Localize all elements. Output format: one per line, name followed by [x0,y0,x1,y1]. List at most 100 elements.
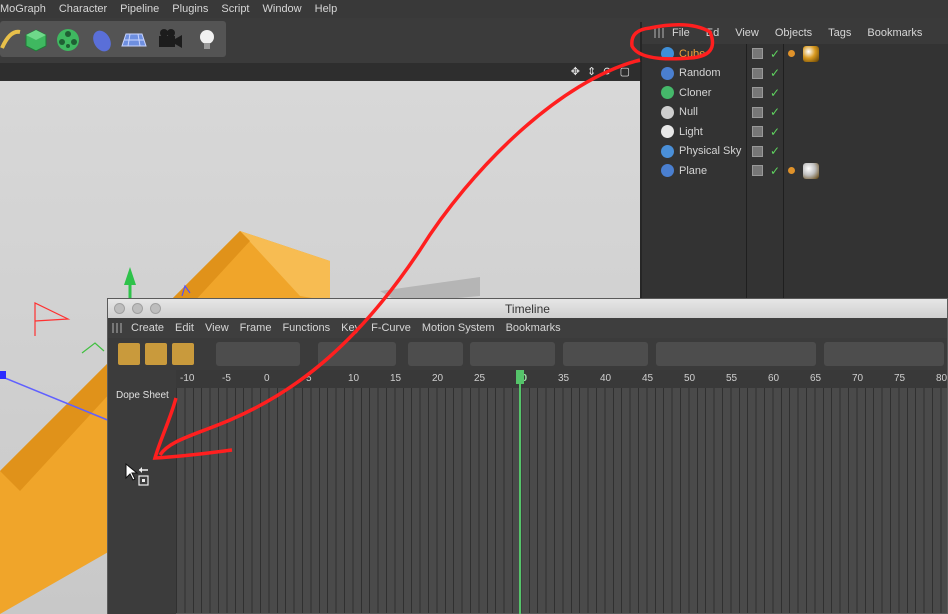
timeline-menu-item[interactable]: Create [131,322,164,334]
timeline-tracks-panel[interactable]: Dope Sheet [108,370,176,614]
curve-tools[interactable] [563,342,648,366]
enabled-check-icon[interactable]: ✓ [770,105,780,119]
viewport-nav-icons[interactable]: ✥ ⇕ ⟳ ▢ [571,65,632,78]
ruler-tick-label: 70 [852,373,864,384]
tangent-tools[interactable] [656,342,816,366]
timeline-menu-item[interactable]: Edit [175,322,194,334]
object-name[interactable]: Null [679,106,698,118]
object-name[interactable]: Random [679,67,721,79]
menu-item[interactable]: Script [221,3,249,15]
object-name[interactable]: Light [679,126,703,138]
object-menu-item[interactable]: File [672,27,690,39]
object-type-icon [661,125,674,139]
object-manager-menu: File Ed View Objects Tags Bookmarks [642,22,948,44]
layer-checkbox[interactable] [752,165,763,177]
object-row[interactable]: Physical Sky ✓ [642,142,948,162]
ruler-tick-label: -10 [180,373,195,384]
bend-icon[interactable] [0,26,24,54]
object-menu-item[interactable]: Tags [828,27,851,39]
object-type-icon [661,47,674,61]
object-name[interactable]: Plane [679,165,707,177]
drag-grip-icon[interactable] [112,323,122,333]
object-menu-item[interactable]: View [735,27,759,39]
object-menu-item[interactable]: Bookmarks [867,27,922,39]
object-row[interactable]: Null ✓ [642,103,948,123]
ruler-tick-label: 35 [558,373,570,384]
enabled-check-icon[interactable]: ✓ [770,125,780,139]
fcurve-mode-icon[interactable] [172,343,194,365]
object-name[interactable]: Physical Sky [679,145,741,157]
enabled-check-icon[interactable]: ✓ [770,164,780,178]
texture-tag-icon[interactable] [788,50,795,58]
navigation-tools[interactable] [216,342,300,366]
interpolation-tools[interactable] [470,342,555,366]
layer-checkbox[interactable] [752,67,763,79]
timeline-titlebar[interactable]: Timeline [108,299,947,318]
layer-checkbox[interactable] [752,145,763,157]
object-menu-item[interactable]: Ed [706,27,719,39]
layer-checkbox[interactable] [752,87,763,99]
ruler-tick-label: 65 [810,373,822,384]
enabled-check-icon[interactable]: ✓ [770,66,780,80]
timeline-menu-item[interactable]: Motion System [422,322,495,334]
drag-grip-icon[interactable] [654,28,664,38]
playhead-handle[interactable] [516,370,524,384]
cube-object-icon[interactable] [22,26,50,54]
camera-icon[interactable] [156,26,184,54]
deformer-icon[interactable] [88,26,116,54]
timeline-menu-item[interactable]: F-Curve [371,322,411,334]
timeline-menu-item[interactable]: View [205,322,229,334]
column-divider [746,44,747,298]
object-list: Cube ✓ Random ✓ Cloner ✓ Null ✓ Light ✓ Physical S… [642,44,948,181]
menu-item[interactable]: MoGraph [0,3,46,15]
key-tools[interactable] [318,342,396,366]
timeline-menu-item[interactable]: Key [341,322,360,334]
object-name[interactable]: Cloner [679,87,711,99]
object-menu-item[interactable]: Objects [775,27,812,39]
menu-item[interactable]: Character [59,3,107,15]
playhead[interactable] [519,370,521,614]
object-type-icon [661,164,674,178]
menu-item[interactable]: Window [263,3,302,15]
key-mode-icon[interactable] [118,343,140,365]
motion-mode-icon[interactable] [145,343,167,365]
ruler-tick-label: 50 [684,373,696,384]
texture-tag-icon[interactable] [788,167,795,175]
timeline-menu-item[interactable]: Bookmarks [506,322,561,334]
menu-item[interactable]: Plugins [172,3,208,15]
enabled-check-icon[interactable]: ✓ [770,86,780,100]
object-row[interactable]: Light ✓ [642,122,948,142]
snap-tools[interactable] [408,342,463,366]
enabled-check-icon[interactable]: ✓ [770,144,780,158]
object-row[interactable]: Cloner ✓ [642,83,948,103]
timeline-menu-item[interactable]: Functions [282,322,330,334]
cloner-icon[interactable] [54,26,82,54]
floor-icon[interactable] [120,26,148,54]
ruler-tick-label: 5 [306,373,312,384]
material-tag-icon[interactable] [803,162,819,179]
x-axis-flag[interactable] [34,302,71,336]
menu-item[interactable]: Help [315,3,338,15]
object-name[interactable]: Cube [679,48,705,60]
timeline-toolbar [108,338,947,370]
material-tag-icon[interactable] [803,45,819,62]
dope-sheet-label: Dope Sheet [116,390,169,401]
object-manager: File Ed View Objects Tags Bookmarks Cube ✓ Rand… [640,22,948,298]
object-row[interactable]: Plane ✓ [642,161,948,181]
ruler-tick-label: 40 [600,373,612,384]
timeline-ruler[interactable]: -10-505101520253035404550556065707580 [176,370,947,388]
object-row[interactable]: Random ✓ [642,64,948,84]
dope-sheet-grid[interactable] [176,388,947,613]
light-icon[interactable] [193,26,221,54]
object-row[interactable]: Cube ✓ [642,44,948,64]
layer-checkbox[interactable] [752,126,763,138]
enabled-check-icon[interactable]: ✓ [770,47,780,61]
layer-checkbox[interactable] [752,106,763,118]
menu-item[interactable]: Pipeline [120,3,159,15]
y-axis-flag [81,342,105,354]
y-axis-arrow[interactable] [124,267,136,285]
break-tools[interactable] [824,342,944,366]
timeline-menu-item[interactable]: Frame [240,322,272,334]
z-axis-handle[interactable] [0,371,6,379]
layer-checkbox[interactable] [752,48,763,60]
